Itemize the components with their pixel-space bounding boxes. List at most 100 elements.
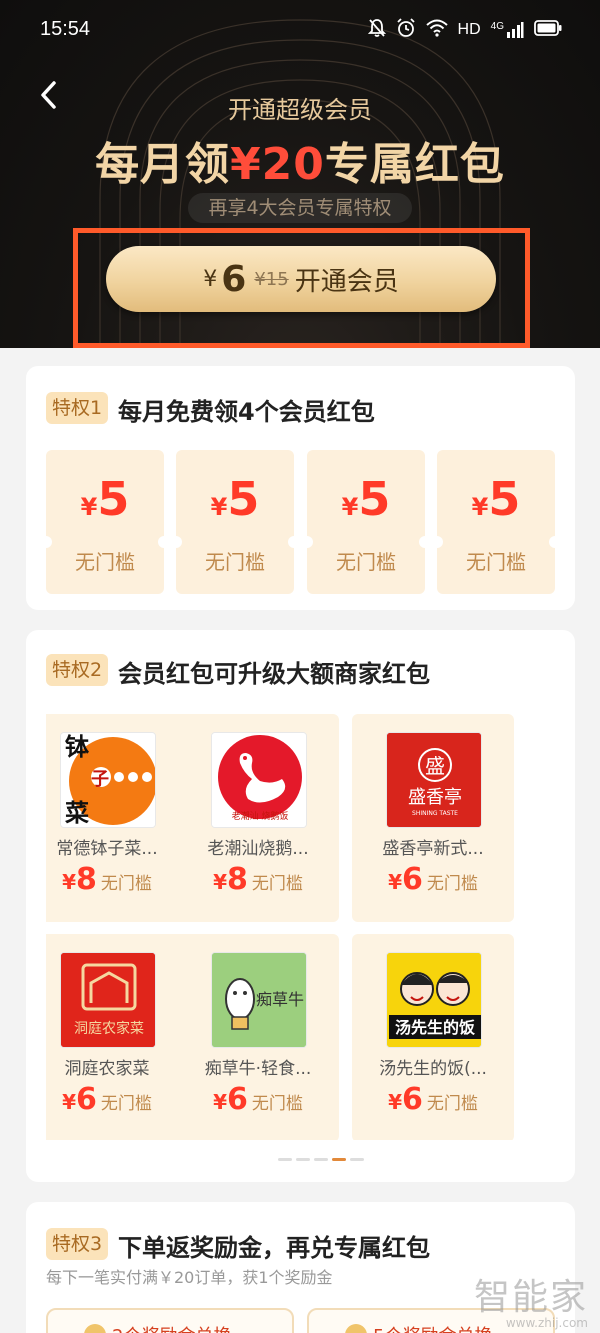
shop-logo: 痴草牛 (211, 952, 307, 1048)
watermark-text: 智能家 (473, 1277, 588, 1318)
shop-logo: 洞庭农家菜 (60, 952, 156, 1048)
shop-name: 汤先生的饭(... (379, 1059, 487, 1079)
membership-header: 15:54 HD 4G 开通超级会员 每月领¥20专属红包 再享4大会员专属特权… (0, 0, 600, 348)
battery-icon (534, 20, 562, 40)
shop-coupon-tangxiansheng[interactable]: 汤先生的饭 汤先生的饭(... ¥6 无门槛 (352, 934, 514, 1140)
shop-amount: 6 (402, 1082, 423, 1117)
coupon-amount: 5 (97, 472, 130, 526)
shop-currency: ¥ (213, 870, 228, 894)
coupon-item[interactable]: ¥5 无门槛 (431, 450, 561, 594)
coupon-note: 无门槛 (205, 550, 265, 574)
page-dot (314, 1158, 328, 1161)
shop-note: 无门槛 (100, 874, 152, 894)
shop-note: 无门槛 (100, 1094, 152, 1114)
shop-currency: ¥ (213, 1090, 228, 1114)
privilege-tag: 特权1 (46, 392, 109, 424)
shop-amount: 6 (227, 1082, 248, 1117)
cta-price: 6 (221, 258, 247, 300)
header-subtitle: 开通超级会员 (228, 96, 372, 124)
shop-amount: 8 (227, 862, 248, 897)
coupon-currency: ¥ (210, 493, 228, 521)
svg-text:盛: 盛 (425, 754, 445, 778)
shop-amount: 8 (76, 862, 97, 897)
status-bar: 15:54 HD 4G (0, 0, 600, 60)
coupon-note: 无门槛 (466, 550, 526, 574)
privilege-card-2: 特权2 会员红包可升级大额商家红包 钵 子 菜 常德钵子菜... ¥8无门槛 (26, 630, 575, 1182)
title-pre: 每月领 (95, 139, 231, 190)
coupon-note: 无门槛 (336, 550, 396, 574)
reward-label: 2个奖励金兑换 (112, 1322, 231, 1333)
status-time: 15:54 (40, 18, 91, 40)
shop-note: 无门槛 (251, 874, 303, 894)
coupon-amount: 5 (227, 472, 260, 526)
coin-icon (345, 1324, 367, 1333)
shop-logo: 汤先生的饭 (386, 952, 482, 1048)
coupon-currency: ¥ (80, 493, 98, 521)
title-amount: ¥20 (230, 139, 325, 190)
header-title: 每月领¥20专属红包 (0, 128, 600, 192)
shop-currency: ¥ (388, 870, 403, 894)
privilege-desc: 每下一笔实付满￥20订单，获1个奖励金 (46, 1268, 333, 1287)
privilege-tag: 特权3 (46, 1228, 109, 1260)
svg-text:SHINING TASTE: SHINING TASTE (412, 810, 458, 817)
shop-logo: 钵 子 菜 (60, 732, 156, 828)
coupon-amount: 5 (358, 472, 391, 526)
svg-text:子: 子 (91, 769, 109, 790)
svg-text:痴草牛: 痴草牛 (256, 990, 304, 1009)
shop-note: 无门槛 (426, 874, 478, 894)
page-dot (278, 1158, 292, 1161)
svg-text:洞庭农家菜: 洞庭农家菜 (74, 1020, 144, 1037)
coupon-currency: ¥ (471, 493, 489, 521)
page-dot (296, 1158, 310, 1161)
shop-coupon-goose[interactable]: 老潮汕 烧鹅饭 老潮汕烧鹅... ¥8 无门槛 (177, 714, 339, 922)
hd-indicator: HD (457, 21, 481, 38)
shop-currency: ¥ (62, 870, 77, 894)
shop-note: 无门槛 (251, 1094, 303, 1114)
privilege-card-1: 特权1 每月免费领4个会员红包 ¥5 无门槛 ¥5 无门槛 ¥5 无门槛 ¥5 … (26, 366, 575, 610)
open-membership-button[interactable]: ¥ 6 ¥15 开通会员 (106, 246, 496, 312)
svg-text:盛香亭: 盛香亭 (408, 787, 462, 808)
page-dot (350, 1158, 364, 1161)
carousel-pagination (278, 1158, 364, 1161)
coupon-note: 无门槛 (75, 550, 135, 574)
shop-coupon-bozi[interactable]: 钵 子 菜 常德钵子菜... ¥8 无门槛 (46, 714, 188, 922)
coupon-item[interactable]: ¥5 无门槛 (301, 450, 431, 594)
svg-text:菜: 菜 (64, 799, 89, 827)
watermark: 智能家 www.zhij.com (474, 1268, 588, 1330)
shop-name: 洞庭农家菜 (64, 1059, 150, 1079)
shop-logo: 盛 盛香亭 SHINING TASTE (386, 732, 482, 828)
shop-name: 盛香亭新式... (382, 839, 484, 859)
reward-exchange-button[interactable]: 2个奖励金兑换 (46, 1308, 294, 1333)
shop-coupon-chicaoniu[interactable]: 痴草牛 痴草牛·轻食... ¥6 无门槛 (177, 934, 339, 1140)
shop-carousel[interactable]: 钵 子 菜 常德钵子菜... ¥8 无门槛 老潮汕 烧鹅饭 老潮汕烧鹅... ¥8… (46, 710, 555, 1140)
svg-text:钵: 钵 (65, 733, 90, 761)
coupon-currency: ¥ (341, 493, 359, 521)
shop-name: 常德钵子菜... (56, 839, 158, 859)
shop-currency: ¥ (62, 1090, 77, 1114)
shop-coupon-shengxiangting[interactable]: 盛 盛香亭 SHINING TASTE 盛香亭新式... ¥6 无门槛 (352, 714, 514, 922)
alarm-icon (396, 18, 416, 42)
shop-name: 痴草牛·轻食... (204, 1059, 312, 1079)
coupon-amount: 5 (488, 472, 521, 526)
shop-amount: 6 (402, 862, 423, 897)
privilege-title: 会员红包可升级大额商家红包 (118, 660, 430, 688)
coin-icon (84, 1324, 106, 1333)
privilege-tag: 特权2 (46, 654, 109, 686)
title-post: 专属红包 (324, 139, 505, 190)
cta-label: 开通会员 (294, 266, 399, 297)
wifi-icon (425, 19, 448, 41)
mute-bell-icon (367, 18, 386, 42)
privilege-title: 每月免费领4个会员红包 (118, 398, 375, 426)
cta-original-price: ¥15 (254, 268, 289, 290)
shop-amount: 6 (76, 1082, 97, 1117)
coupon-item[interactable]: ¥5 无门槛 (40, 450, 170, 594)
signal-icon: 4G (491, 21, 524, 39)
svg-text:老潮汕 烧鹅饭: 老潮汕 烧鹅饭 (232, 810, 289, 822)
coupon-item[interactable]: ¥5 无门槛 (170, 450, 300, 594)
shop-logo: 老潮汕 烧鹅饭 (211, 732, 307, 828)
shop-name: 老潮汕烧鹅... (207, 839, 309, 859)
shop-coupon-dongting[interactable]: 洞庭农家菜 洞庭农家菜 ¥6 无门槛 (46, 934, 188, 1140)
privileges-pill: 再享4大会员专属特权 (188, 193, 412, 223)
cell-type: 4G (490, 21, 504, 32)
shop-note: 无门槛 (426, 1094, 478, 1114)
